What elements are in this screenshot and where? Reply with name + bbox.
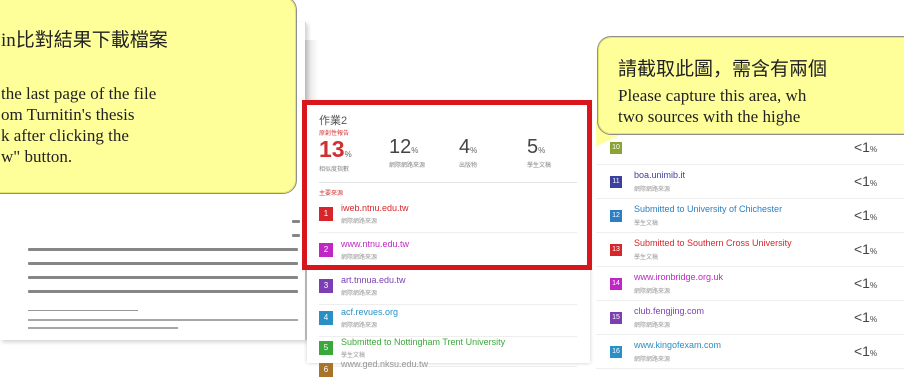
match-percent: <1% bbox=[854, 139, 878, 155]
source-row[interactable]: 12 Submitted to University of Chichester… bbox=[596, 198, 904, 233]
source-row[interactable]: 10 <1% bbox=[596, 130, 904, 165]
instruction-callout-right: 請截取此圖，需含有兩個 Please capture this area, wh… bbox=[597, 36, 904, 135]
source-row[interactable]: 15 club.fengjing.com 網際網路來源 <1% bbox=[596, 300, 904, 335]
source-type: 學生文稿 bbox=[634, 255, 659, 261]
source-number-badge: 15 bbox=[610, 312, 622, 324]
source-number-badge: 6 bbox=[319, 363, 333, 377]
callout-heading: in比對結果下載檔案 bbox=[1, 30, 168, 51]
callout-body: the last page of the file om Turnitin's … bbox=[1, 84, 157, 166]
source-name[interactable]: boa.unimib.it bbox=[634, 170, 685, 180]
source-number-badge: 3 bbox=[319, 279, 333, 293]
match-percent: <1% bbox=[854, 343, 878, 359]
source-type: 學生文稿 bbox=[634, 221, 659, 227]
source-number-badge: 16 bbox=[610, 346, 622, 358]
match-percent: <1% bbox=[854, 309, 878, 325]
callout-body: Please capture this area, wh two sources… bbox=[618, 86, 807, 126]
source-row[interactable]: 6 www.ged.nksu.edu.tw bbox=[319, 352, 577, 388]
footnote-separator bbox=[28, 310, 138, 311]
source-row[interactable]: 11 boa.unimib.it 網際網路來源 <1% bbox=[596, 164, 904, 199]
source-row[interactable]: 13 Submitted to Southern Cross Universit… bbox=[596, 232, 904, 267]
text-line bbox=[292, 234, 300, 237]
source-name[interactable]: acf.revues.org bbox=[341, 307, 398, 317]
text-line bbox=[28, 248, 298, 251]
source-number-badge: 12 bbox=[610, 210, 622, 222]
text-line bbox=[28, 290, 298, 293]
source-name[interactable]: Submitted to University of Chichester bbox=[634, 204, 782, 214]
source-type: 網際網路來源 bbox=[341, 323, 378, 329]
source-number-badge: 11 bbox=[610, 176, 622, 188]
capture-area-highlight bbox=[302, 100, 592, 270]
text-line bbox=[28, 262, 298, 265]
footnote-line bbox=[28, 319, 298, 321]
source-name[interactable]: Submitted to Nottingham Trent University bbox=[341, 337, 505, 347]
match-percent: <1% bbox=[854, 207, 878, 223]
source-row[interactable]: 16 www.kingofexam.com 網際網路來源 <1% bbox=[596, 334, 904, 369]
source-name[interactable]: art.tnnua.edu.tw bbox=[341, 275, 406, 285]
source-name[interactable]: www.ged.nksu.edu.tw bbox=[341, 359, 428, 369]
callout-heading: 請截取此圖，需含有兩個 bbox=[618, 59, 828, 80]
source-type: 網際網路來源 bbox=[634, 357, 671, 363]
source-type: 網際網路來源 bbox=[634, 323, 671, 329]
source-list-continued: 10 <1% 11 boa.unimib.it 網際網路來源 <1% 12 Su… bbox=[596, 128, 904, 369]
source-number-badge: 13 bbox=[610, 244, 622, 256]
source-number-badge: 4 bbox=[319, 311, 333, 325]
source-row[interactable]: 14 www.ironbridge.org.uk 網際網路來源 <1% bbox=[596, 266, 904, 301]
source-type: 網際網路來源 bbox=[634, 187, 671, 193]
match-percent: <1% bbox=[854, 241, 878, 257]
source-name[interactable]: www.kingofexam.com bbox=[634, 340, 721, 350]
match-percent: <1% bbox=[854, 275, 878, 291]
source-type: 網際網路來源 bbox=[634, 289, 671, 295]
text-line bbox=[292, 220, 300, 223]
text-line bbox=[28, 276, 298, 279]
source-number-badge: 14 bbox=[610, 278, 622, 290]
source-name[interactable]: Submitted to Southern Cross University bbox=[634, 238, 792, 248]
source-name[interactable]: club.fengjing.com bbox=[634, 306, 704, 316]
instruction-callout-left: in比對結果下載檔案 the last page of the file om … bbox=[0, 0, 297, 194]
source-type: 網際網路來源 bbox=[341, 291, 378, 297]
source-name[interactable]: www.ironbridge.org.uk bbox=[634, 272, 723, 282]
match-percent: <1% bbox=[854, 173, 878, 189]
footnote-line bbox=[28, 327, 178, 329]
